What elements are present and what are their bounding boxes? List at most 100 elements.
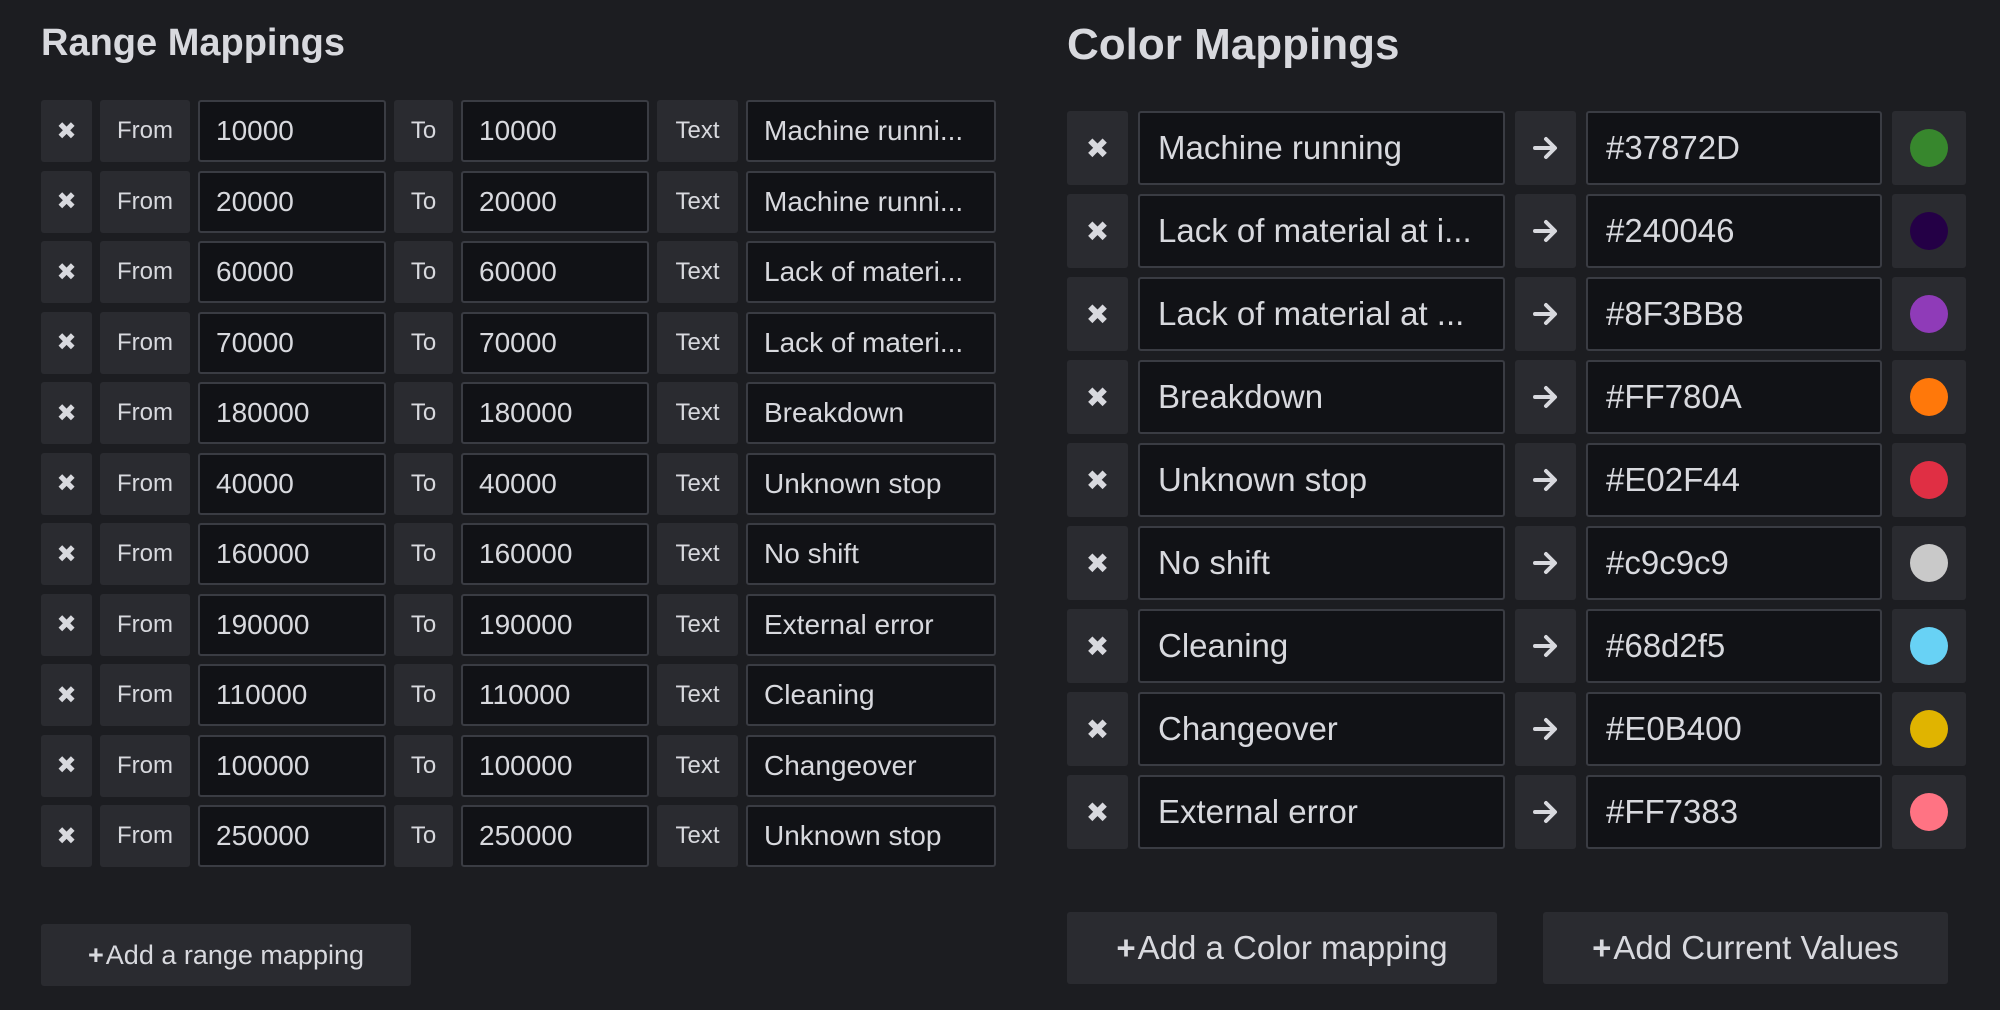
remove-range-button[interactable]: ✖ xyxy=(41,805,92,867)
to-input[interactable]: 70000 xyxy=(461,311,649,374)
remove-color-button[interactable]: ✖ xyxy=(1067,526,1128,600)
color-hex-input[interactable]: #E0B400 xyxy=(1586,692,1882,766)
remove-range-button[interactable]: ✖ xyxy=(41,452,92,515)
text-input[interactable]: Changeover xyxy=(746,734,996,797)
close-icon: ✖ xyxy=(1085,298,1110,330)
remove-range-button[interactable]: ✖ xyxy=(41,664,92,726)
close-icon: ✖ xyxy=(1085,381,1110,413)
color-swatch-button[interactable] xyxy=(1892,692,1966,766)
color-swatch xyxy=(1910,129,1948,167)
color-hex-input[interactable]: #240046 xyxy=(1586,194,1882,268)
color-hex-input[interactable]: #37872D xyxy=(1586,111,1882,185)
remove-range-button[interactable]: ✖ xyxy=(41,100,92,162)
color-hex-input[interactable]: #68d2f5 xyxy=(1586,609,1882,683)
text-input[interactable]: Unknown stop xyxy=(746,805,996,867)
color-name-input[interactable]: Lack of material at i... xyxy=(1138,194,1505,268)
remove-range-button[interactable]: ✖ xyxy=(41,241,92,303)
color-swatch-button[interactable] xyxy=(1892,277,1966,351)
range-mapping-row: ✖ From 180000 To 180000 Text Breakdown xyxy=(41,382,996,444)
text-input[interactable]: Machine runni... xyxy=(746,170,996,233)
color-swatch-button[interactable] xyxy=(1892,360,1966,434)
remove-color-button[interactable]: ✖ xyxy=(1067,194,1128,268)
range-mapping-row: ✖ From 60000 To 60000 Text Lack of materi... xyxy=(41,241,996,303)
from-label: From xyxy=(100,593,190,656)
text-input[interactable]: No shift xyxy=(746,523,996,585)
remove-color-button[interactable]: ✖ xyxy=(1067,111,1128,185)
remove-color-button[interactable]: ✖ xyxy=(1067,277,1128,351)
remove-range-button[interactable]: ✖ xyxy=(41,734,92,797)
close-icon: ✖ xyxy=(56,188,77,215)
add-current-values-button[interactable]: + Add Current Values xyxy=(1543,912,1948,984)
color-hex-input[interactable]: #FF780A xyxy=(1586,360,1882,434)
remove-color-button[interactable]: ✖ xyxy=(1067,775,1128,849)
color-swatch-button[interactable] xyxy=(1892,443,1966,517)
color-swatch-button[interactable] xyxy=(1892,526,1966,600)
color-name-input[interactable]: Cleaning xyxy=(1138,609,1505,683)
from-label: From xyxy=(100,170,190,233)
text-input[interactable]: Unknown stop xyxy=(746,452,996,515)
to-input[interactable]: 60000 xyxy=(461,241,649,303)
from-input[interactable]: 110000 xyxy=(198,664,386,726)
to-input[interactable]: 180000 xyxy=(461,382,649,444)
text-label: Text xyxy=(657,452,738,515)
from-input[interactable]: 100000 xyxy=(198,734,386,797)
color-swatch-button[interactable] xyxy=(1892,609,1966,683)
from-input[interactable]: 40000 xyxy=(198,452,386,515)
text-input[interactable]: Lack of materi... xyxy=(746,241,996,303)
from-label: From xyxy=(100,311,190,374)
remove-range-button[interactable]: ✖ xyxy=(41,311,92,374)
to-input[interactable]: 20000 xyxy=(461,170,649,233)
from-input[interactable]: 70000 xyxy=(198,311,386,374)
from-input[interactable]: 190000 xyxy=(198,593,386,656)
to-label: To xyxy=(394,452,453,515)
remove-range-button[interactable]: ✖ xyxy=(41,593,92,656)
color-swatch-button[interactable] xyxy=(1892,775,1966,849)
color-hex-input[interactable]: #FF7383 xyxy=(1586,775,1882,849)
color-swatch-button[interactable] xyxy=(1892,194,1966,268)
remove-color-button[interactable]: ✖ xyxy=(1067,609,1128,683)
text-input[interactable]: Machine runni... xyxy=(746,100,996,162)
text-input[interactable]: External error xyxy=(746,593,996,656)
to-input[interactable]: 10000 xyxy=(461,100,649,162)
arrow-cell xyxy=(1515,111,1576,185)
text-input[interactable]: Cleaning xyxy=(746,664,996,726)
color-name-input[interactable]: Breakdown xyxy=(1138,360,1505,434)
color-hex-input[interactable]: #c9c9c9 xyxy=(1586,526,1882,600)
color-swatch-button[interactable] xyxy=(1892,111,1966,185)
text-input[interactable]: Lack of materi... xyxy=(746,311,996,374)
range-mapping-row: ✖ From 10000 To 10000 Text Machine runni... xyxy=(41,100,996,162)
text-input[interactable]: Breakdown xyxy=(746,382,996,444)
from-input[interactable]: 60000 xyxy=(198,241,386,303)
color-swatch xyxy=(1910,378,1948,416)
to-label: To xyxy=(394,805,453,867)
from-input[interactable]: 20000 xyxy=(198,170,386,233)
color-name-input[interactable]: Unknown stop xyxy=(1138,443,1505,517)
to-input[interactable]: 110000 xyxy=(461,664,649,726)
to-input[interactable]: 250000 xyxy=(461,805,649,867)
remove-color-button[interactable]: ✖ xyxy=(1067,360,1128,434)
to-input[interactable]: 160000 xyxy=(461,523,649,585)
color-name-input[interactable]: External error xyxy=(1138,775,1505,849)
from-input[interactable]: 250000 xyxy=(198,805,386,867)
color-name-input[interactable]: Changeover xyxy=(1138,692,1505,766)
color-name-input[interactable]: Machine running xyxy=(1138,111,1505,185)
remove-color-button[interactable]: ✖ xyxy=(1067,443,1128,517)
to-input[interactable]: 40000 xyxy=(461,452,649,515)
remove-range-button[interactable]: ✖ xyxy=(41,523,92,585)
color-hex-input[interactable]: #E02F44 xyxy=(1586,443,1882,517)
to-input[interactable]: 100000 xyxy=(461,734,649,797)
color-name-input[interactable]: No shift xyxy=(1138,526,1505,600)
close-icon: ✖ xyxy=(56,822,77,850)
to-input[interactable]: 190000 xyxy=(461,593,649,656)
remove-range-button[interactable]: ✖ xyxy=(41,382,92,444)
from-input[interactable]: 160000 xyxy=(198,523,386,585)
add-range-mapping-button[interactable]: + Add a range mapping xyxy=(41,924,411,986)
remove-range-button[interactable]: ✖ xyxy=(41,170,92,233)
text-label: Text xyxy=(657,664,738,726)
from-input[interactable]: 180000 xyxy=(198,382,386,444)
add-color-mapping-button[interactable]: + Add a Color mapping xyxy=(1067,912,1497,984)
color-name-input[interactable]: Lack of material at ... xyxy=(1138,277,1505,351)
color-hex-input[interactable]: #8F3BB8 xyxy=(1586,277,1882,351)
from-input[interactable]: 10000 xyxy=(198,100,386,162)
remove-color-button[interactable]: ✖ xyxy=(1067,692,1128,766)
